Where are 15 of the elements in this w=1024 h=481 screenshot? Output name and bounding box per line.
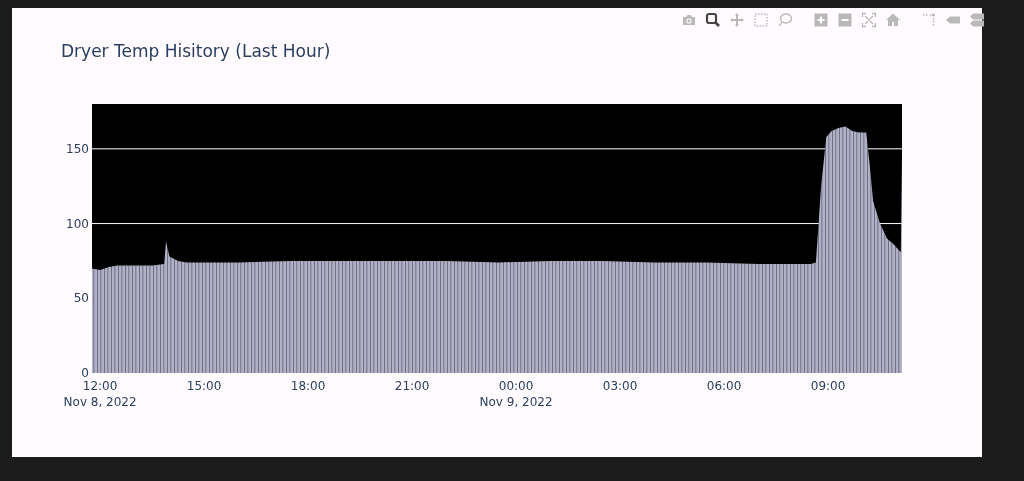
- autoscale-icon[interactable]: [859, 10, 879, 30]
- x-tick-label: 21:00: [394, 379, 430, 394]
- x-tick-label: 03:00: [602, 379, 638, 394]
- chart-title: Dryer Temp Hisitory (Last Hour): [61, 40, 332, 63]
- y-tick-label: 0: [81, 366, 89, 381]
- x-tick-label: 15:00: [186, 379, 222, 394]
- x-tick-label: 06:00: [706, 379, 742, 394]
- y-tick-label: 100: [66, 216, 89, 231]
- y-tick-label: 150: [66, 141, 89, 156]
- y-tick-label: 50: [73, 291, 89, 306]
- x-tick-label: 09:00: [810, 379, 846, 394]
- x-tick-label: 12:00 Nov 8, 2022: [63, 379, 137, 410]
- x-tick-label: 18:00: [290, 379, 326, 394]
- x-tick-label: 00:00 Nov 9, 2022: [479, 379, 553, 410]
- box-select-icon[interactable]: [751, 10, 771, 30]
